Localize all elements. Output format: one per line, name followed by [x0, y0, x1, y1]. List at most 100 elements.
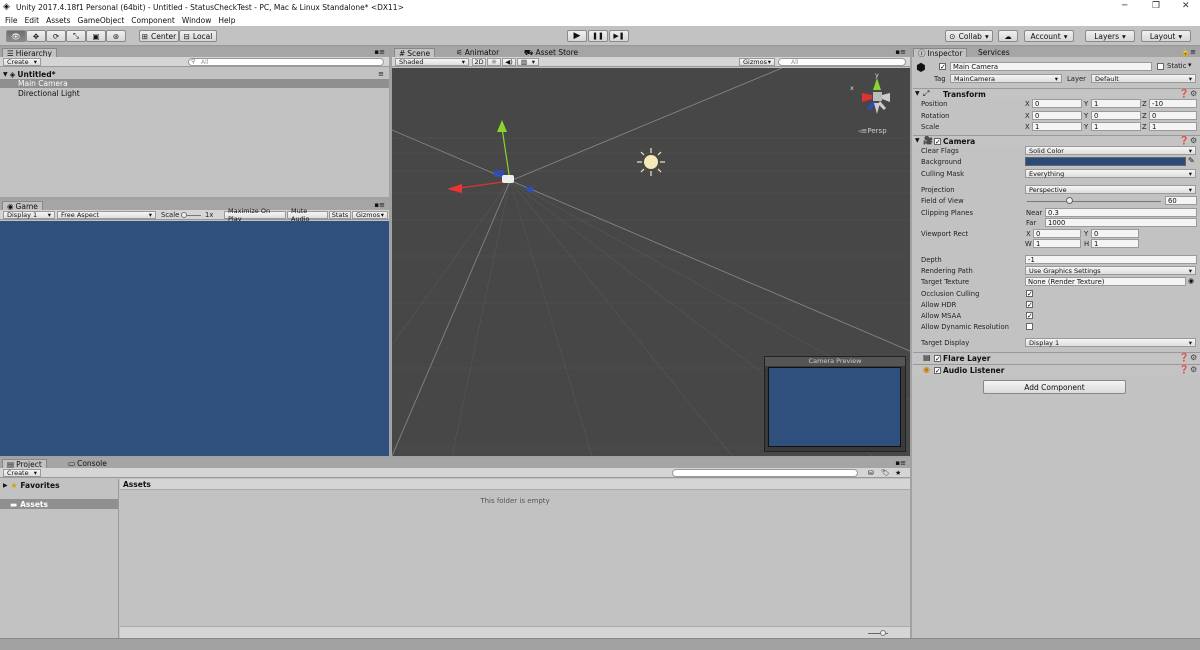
layer-dropdown[interactable]: Default ▾ [1091, 74, 1196, 83]
mute-audio-toggle[interactable]: Mute Audio [287, 207, 328, 223]
gear-icon[interactable]: ⚙ [1190, 136, 1197, 145]
assets-breadcrumb[interactable]: Assets [120, 479, 910, 490]
minimize-button[interactable]: ─ [1122, 1, 1127, 11]
allow-msaa-checkbox[interactable]: ✓ [1026, 312, 1033, 320]
aspect-dropdown[interactable]: Free Aspect ▾ [57, 211, 156, 219]
tab-console[interactable]: ▭ Console [64, 459, 111, 468]
static-checkbox[interactable] [1157, 63, 1164, 70]
scale-tool-button[interactable]: ⤡ [66, 30, 86, 42]
audio-listener-checkbox[interactable]: ✓ [934, 367, 941, 375]
occlusion-culling-checkbox[interactable]: ✓ [1026, 290, 1033, 298]
menu-gameobject[interactable]: GameObject [78, 16, 125, 25]
filter-type-icon[interactable]: ⛁ [868, 469, 874, 477]
target-texture-field[interactable]: None (Render Texture) [1025, 277, 1186, 286]
gear-icon[interactable]: ⚙ [1190, 353, 1197, 362]
eyedropper-icon[interactable]: ✎ [1188, 156, 1195, 165]
scene-viewport[interactable]: y x ◃≡Persp Camera Preview [392, 68, 910, 456]
tab-inspector[interactable]: ⓘ Inspector [913, 48, 968, 58]
tab-animator[interactable]: ⚟ Animator [452, 48, 504, 57]
move-tool-button[interactable]: ✥ [26, 30, 46, 42]
object-name-field[interactable]: Main Camera [950, 62, 1152, 71]
fov-slider-thumb[interactable] [1066, 197, 1073, 204]
maximize-on-play-toggle[interactable]: Maximize On Play [224, 207, 286, 223]
hierarchy-item-directional-light[interactable]: Directional Light [0, 89, 389, 98]
menu-edit[interactable]: Edit [25, 16, 40, 25]
depth-field[interactable]: -1 [1025, 255, 1197, 264]
pivot-center-button[interactable]: ⊞ Center [139, 30, 179, 42]
favorites-row[interactable]: ▶ ★ Favorites [3, 481, 60, 490]
rect-tool-button[interactable]: ▣ [86, 30, 106, 42]
rotation-x-field[interactable]: 0 [1032, 111, 1082, 120]
position-z-field[interactable]: -10 [1149, 99, 1197, 108]
shading-mode-dropdown[interactable]: Shaded ▾ [395, 58, 469, 66]
tag-dropdown[interactable]: MainCamera ▾ [950, 74, 1062, 83]
persp-label[interactable]: ◃≡Persp [858, 127, 887, 135]
lock-icon[interactable]: 🔒≡ [1181, 48, 1196, 56]
game-viewport[interactable] [0, 221, 389, 456]
stats-toggle[interactable]: Stats [329, 211, 351, 219]
panel-menu-icon[interactable]: ▪≡ [374, 201, 385, 209]
audio-listener-header[interactable]: ◉ ✓ Audio Listener ❓ ⚙ [913, 364, 1200, 375]
target-display-dropdown[interactable]: Display 1 ▾ [1025, 338, 1196, 347]
culling-mask-dropdown[interactable]: Everything ▾ [1025, 169, 1196, 178]
add-component-button[interactable]: Add Component [983, 380, 1126, 394]
scene-root-row[interactable]: ▼ ◈ Untitled* ≡ [3, 69, 387, 79]
help-icon[interactable]: ❓ [1179, 136, 1189, 145]
orientation-gizmo[interactable] [862, 78, 890, 114]
audio-toggle[interactable]: ◀) [502, 58, 516, 66]
clear-flags-dropdown[interactable]: Solid Color ▾ [1025, 146, 1196, 155]
menu-component[interactable]: Component [131, 16, 175, 25]
scale-y-field[interactable]: 1 [1091, 122, 1141, 131]
tab-services[interactable]: Services [974, 48, 1014, 57]
menu-assets[interactable]: Assets [46, 16, 70, 25]
transform-tool-button[interactable]: ⊛ [106, 30, 126, 42]
rendering-path-dropdown[interactable]: Use Graphics Settings ▾ [1025, 266, 1196, 275]
rotate-tool-button[interactable]: ⟳ [46, 30, 66, 42]
play-button[interactable]: ▶ [567, 30, 587, 42]
viewport-w-field[interactable]: 1 [1033, 239, 1081, 248]
maximize-button[interactable]: ❐ [1152, 1, 1160, 11]
background-color-swatch[interactable] [1025, 157, 1186, 166]
scale-z-field[interactable]: 1 [1149, 122, 1197, 131]
help-icon[interactable]: ❓ [1179, 353, 1189, 362]
gear-icon[interactable]: ⚙ [1190, 89, 1197, 98]
rotation-y-field[interactable]: 0 [1091, 111, 1141, 120]
tab-project[interactable]: ▤ Project [2, 459, 47, 469]
hierarchy-item-main-camera[interactable]: Main Camera [0, 79, 389, 88]
game-gizmos-dropdown[interactable]: Gizmos ▾ [352, 211, 388, 219]
menu-file[interactable]: File [5, 16, 18, 25]
tab-hierarchy[interactable]: ☰ Hierarchy [2, 48, 57, 58]
projection-dropdown[interactable]: Perspective ▾ [1025, 185, 1196, 194]
project-create-dropdown[interactable]: Create ▾ [3, 469, 41, 477]
flare-layer-checkbox[interactable]: ✓ [934, 355, 941, 363]
allow-hdr-checkbox[interactable]: ✓ [1026, 301, 1033, 309]
filter-label-icon[interactable]: 🏷 [881, 469, 890, 477]
tab-scene[interactable]: # Scene [394, 48, 436, 58]
layers-dropdown[interactable]: Layers ▾ [1085, 30, 1135, 42]
chevron-down-icon[interactable]: ▾ [1188, 61, 1192, 69]
rotation-z-field[interactable]: 0 [1149, 111, 1197, 120]
hierarchy-search-input[interactable]: All [188, 58, 384, 66]
close-button[interactable]: ✕ [1182, 1, 1190, 11]
pause-button[interactable]: ❚❚ [588, 30, 608, 42]
tab-asset-store[interactable]: ⛟ Asset Store [520, 48, 583, 57]
active-checkbox[interactable]: ✓ [939, 63, 946, 71]
account-dropdown[interactable]: Account ▾ [1024, 30, 1074, 42]
scene-menu-icon[interactable]: ≡ [378, 70, 384, 78]
lighting-toggle[interactable]: ☼ [487, 58, 501, 66]
mode-2d-toggle[interactable]: 2D [472, 58, 486, 66]
collab-button[interactable]: ⊙ Collab ▾ [945, 30, 993, 42]
tab-game[interactable]: ◉ Game [2, 201, 43, 211]
fov-field[interactable]: 60 [1165, 196, 1197, 205]
viewport-h-field[interactable]: 1 [1091, 239, 1139, 248]
camera-header[interactable]: ▼ 🎥 ✓ Camera ❓ ⚙ [913, 135, 1200, 146]
help-icon[interactable]: ❓ [1179, 89, 1189, 98]
display-dropdown[interactable]: Display 1 ▾ [3, 211, 55, 219]
scene-search-input[interactable]: All [778, 58, 906, 66]
scale-slider-thumb[interactable] [181, 212, 187, 218]
assets-folder-row[interactable]: ▬ Assets [0, 499, 118, 509]
pivot-local-button[interactable]: ⊟ Local [179, 30, 217, 42]
create-dropdown[interactable]: Create ▾ [3, 58, 41, 66]
assets-content-area[interactable]: This folder is empty [120, 491, 910, 625]
panel-menu-icon[interactable]: ▪≡ [895, 459, 906, 467]
